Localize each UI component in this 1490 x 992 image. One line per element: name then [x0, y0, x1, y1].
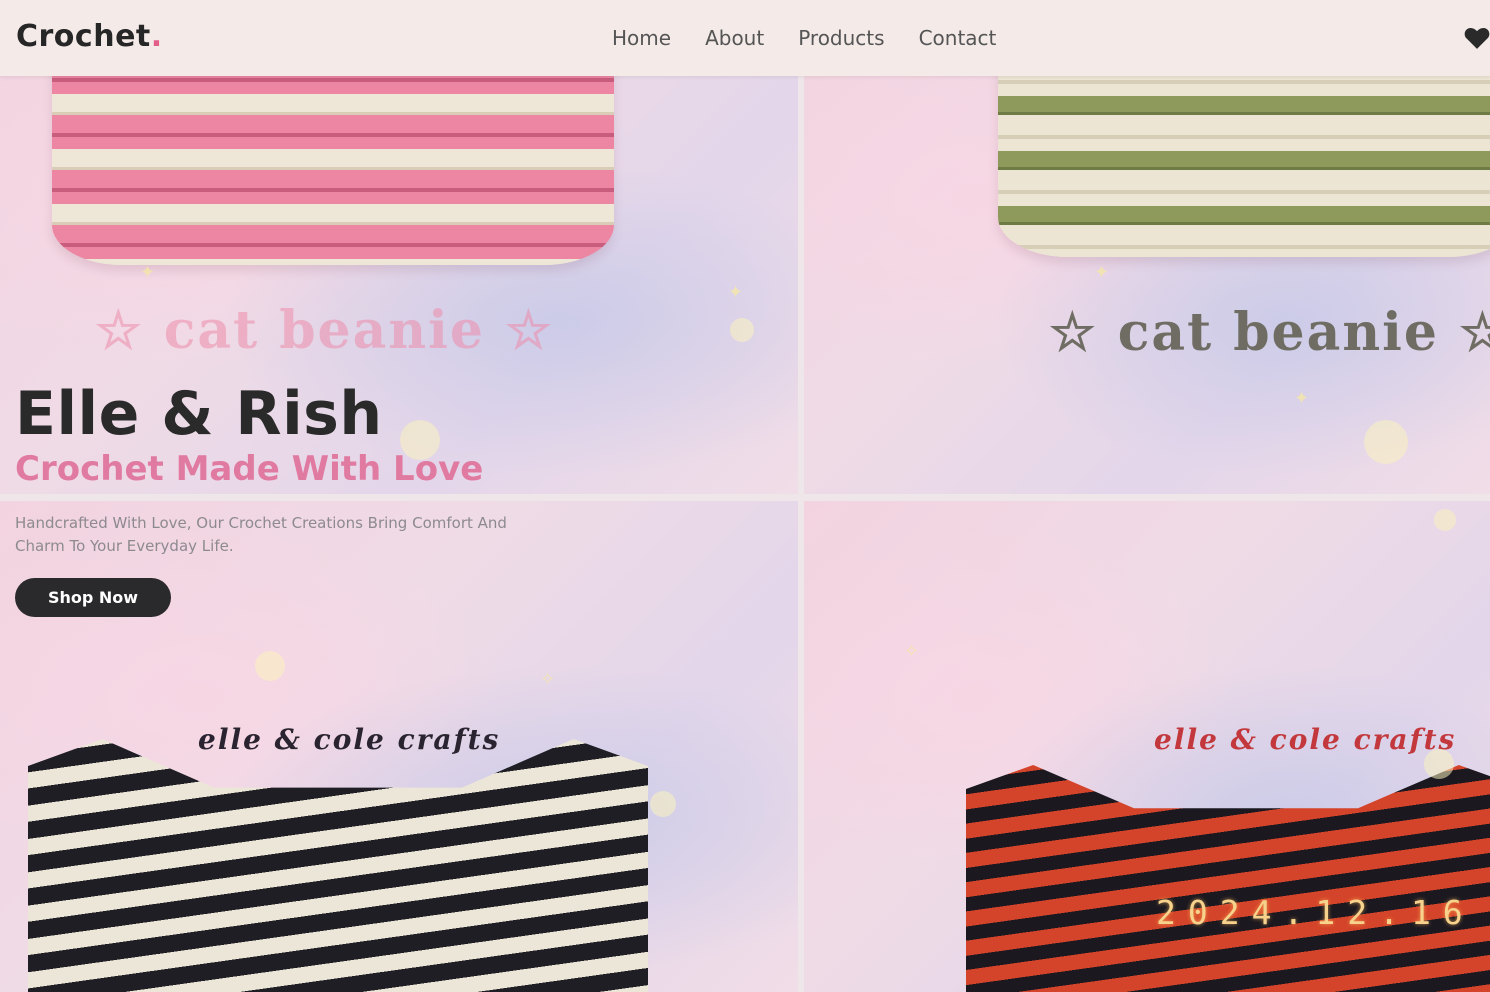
sparkle-icon: ✦: [1094, 262, 1110, 283]
hero-description: Handcrafted With Love, Our Crochet Creat…: [15, 514, 507, 555]
hero-subtitle: Crochet Made With Love: [15, 449, 484, 489]
page: ☆ cat beanie ☆ ✦ ✦ ☆ cat beanie ☆ ✦ ✦ el…: [0, 0, 1490, 992]
bokeh-light: [255, 651, 285, 681]
bokeh-light: [650, 791, 676, 817]
green-beanie-image: [998, 60, 1490, 257]
collage-panel-red-black-beanie: elle & cole crafts 2024.12.16 ✧: [804, 501, 1490, 992]
nav-link-contact[interactable]: Contact: [919, 26, 997, 50]
pink-beanie-image: [52, 60, 614, 265]
brand-dot: .: [150, 19, 163, 54]
sparkle-icon: ✦: [728, 282, 744, 303]
sparkle-icon: ✦: [1294, 388, 1310, 409]
panel-caption: ☆ cat beanie ☆: [95, 300, 554, 361]
panel-caption: elle & cole crafts: [198, 723, 501, 756]
panel-caption: elle & cole crafts: [1154, 723, 1457, 756]
heart-icon[interactable]: [1464, 26, 1490, 50]
nav-menu: Home About Products Contact: [612, 26, 996, 50]
hero-title: Elle & Rish: [15, 379, 383, 449]
panel-caption: ☆ cat beanie ☆: [1049, 302, 1490, 363]
nav-link-home[interactable]: Home: [612, 26, 671, 50]
bokeh-light: [1434, 509, 1456, 531]
brand-logo[interactable]: Crochet.: [16, 19, 163, 54]
brand-name: Crochet: [16, 19, 151, 54]
black-white-beanie-image: [28, 739, 648, 992]
bokeh-light: [730, 318, 754, 342]
sparkle-icon: ✦: [140, 262, 156, 283]
nav-link-products[interactable]: Products: [798, 26, 884, 50]
red-black-beanie-image: [966, 765, 1490, 992]
navbar: Crochet. Home About Products Contact: [0, 0, 1490, 76]
sparkle-icon: ✧: [904, 641, 920, 662]
nav-link-about[interactable]: About: [705, 26, 764, 50]
hero-content: Elle & Rish Crochet Made With Love Handc…: [15, 378, 575, 617]
bokeh-light: [1364, 420, 1408, 464]
sparkle-icon: ✧: [540, 669, 556, 690]
shop-now-button[interactable]: Shop Now: [15, 578, 171, 617]
photo-datestamp: 2024.12.16: [1156, 893, 1475, 932]
bokeh-light: [1424, 749, 1454, 779]
